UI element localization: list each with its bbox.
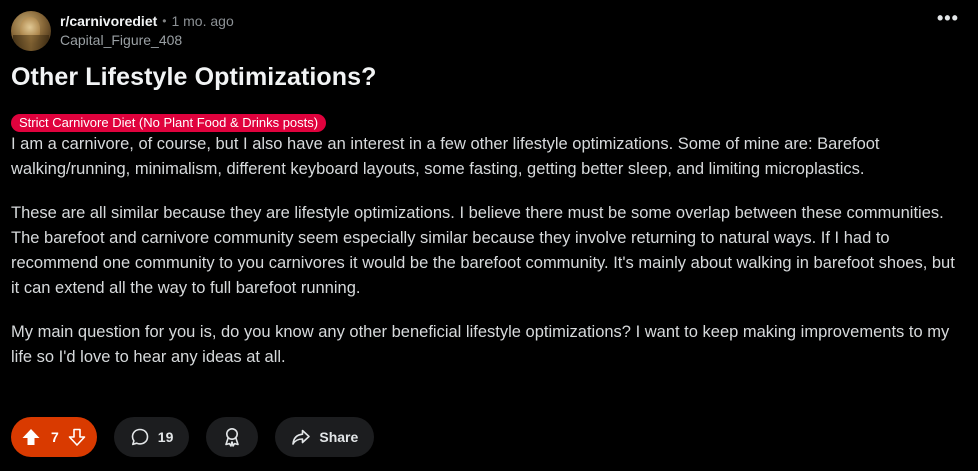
post-timestamp: 1 mo. ago	[171, 13, 234, 29]
comment-count: 19	[157, 429, 174, 445]
subreddit-link[interactable]: r/carnivorediet	[60, 12, 157, 31]
share-arrow-icon	[291, 427, 311, 447]
vote-control: 7	[11, 417, 97, 457]
post-meta-top: r/carnivorediet • 1 mo. ago	[60, 12, 234, 31]
vote-count: 7	[51, 429, 59, 445]
subreddit-avatar[interactable]	[11, 11, 51, 51]
comments-button[interactable]: 19	[113, 417, 190, 457]
meta-separator: •	[162, 14, 167, 28]
post-paragraph: These are all similar because they are l…	[11, 204, 955, 297]
post-actions-bar: 7 19 Share	[11, 417, 375, 457]
post-paragraph: My main question for you is, do you know…	[11, 323, 950, 366]
post-header: r/carnivorediet • 1 mo. ago Capital_Figu…	[11, 10, 971, 52]
comment-bubble-icon	[130, 427, 150, 447]
upvote-arrow-icon[interactable]	[21, 427, 41, 447]
share-label: Share	[319, 429, 359, 445]
post-paragraph: I am a carnivore, of course, but I also …	[11, 135, 880, 178]
post-flair[interactable]: Strict Carnivore Diet (No Plant Food & D…	[11, 114, 327, 132]
post-card: r/carnivorediet • 1 mo. ago Capital_Figu…	[11, 10, 971, 389]
share-button[interactable]: Share	[275, 417, 375, 457]
post-body: I am a carnivore, of course, but I also …	[11, 132, 961, 370]
award-ribbon-icon	[221, 426, 243, 448]
downvote-arrow-icon[interactable]	[67, 427, 87, 447]
award-button[interactable]	[206, 417, 259, 457]
post-title: Other Lifestyle Optimizations?	[11, 63, 377, 91]
more-options-button[interactable]: •••	[937, 9, 958, 28]
post-meta: r/carnivorediet • 1 mo. ago Capital_Figu…	[60, 12, 234, 50]
author-link[interactable]: Capital_Figure_408	[60, 31, 234, 50]
